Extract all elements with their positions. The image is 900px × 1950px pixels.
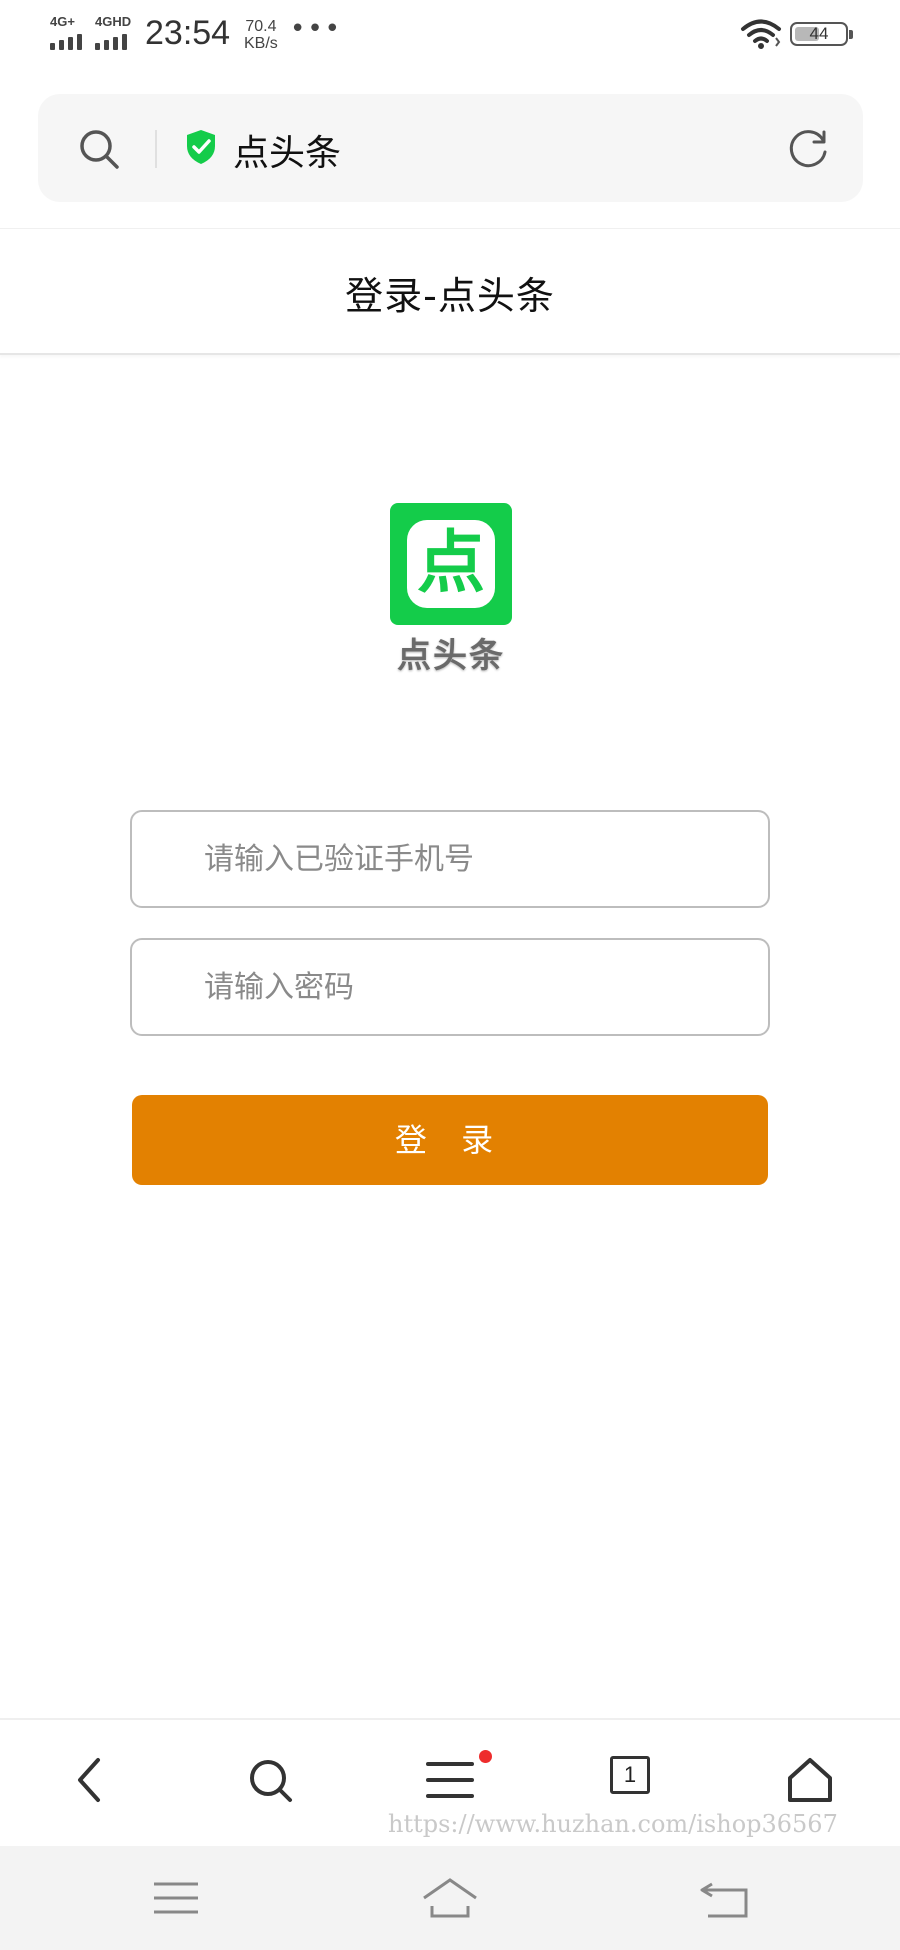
status-bar: 4G+ 4GHD 23:54 70.4 KB/s ••• 44 bbox=[0, 0, 900, 72]
watermark-url: https://www.huzhan.com/ishop36567 bbox=[388, 1810, 838, 1838]
address-bar[interactable]: 点头条 bbox=[38, 94, 863, 202]
password-input[interactable] bbox=[204, 940, 744, 1034]
network-type-1: 4G+ bbox=[50, 14, 75, 29]
login-button[interactable]: 登 录 bbox=[132, 1095, 768, 1185]
shield-check-icon bbox=[187, 130, 215, 164]
notification-dot bbox=[479, 1750, 492, 1763]
phone-field[interactable] bbox=[130, 810, 770, 908]
menu-icon[interactable] bbox=[148, 1876, 204, 1920]
phone-input[interactable] bbox=[204, 812, 744, 906]
app-logo: 点 bbox=[390, 503, 512, 625]
network-type-2: 4GHD bbox=[95, 14, 132, 29]
signal-bars-icon bbox=[95, 34, 127, 50]
refresh-icon[interactable] bbox=[786, 126, 830, 170]
address-divider bbox=[155, 130, 157, 168]
chevron-left-icon[interactable] bbox=[64, 1754, 116, 1806]
page-header: 登录-点头条 bbox=[0, 228, 900, 355]
password-field[interactable] bbox=[130, 938, 770, 1036]
back-icon[interactable] bbox=[698, 1876, 754, 1920]
more-notifications-icon: ••• bbox=[290, 14, 343, 44]
page-title: 登录-点头条 bbox=[345, 274, 555, 318]
wifi-icon bbox=[741, 19, 781, 49]
status-time: 23:54 bbox=[145, 14, 231, 52]
system-navigation bbox=[0, 1846, 900, 1950]
network-speed-unit: KB/s bbox=[244, 35, 278, 52]
logo-character: 点 bbox=[416, 524, 485, 603]
battery-icon: 44 bbox=[790, 22, 853, 46]
signal-bars-icon bbox=[50, 34, 82, 50]
home-icon[interactable] bbox=[422, 1876, 478, 1920]
menu-icon[interactable] bbox=[424, 1754, 476, 1806]
logo-name: 点头条 bbox=[397, 636, 505, 676]
battery-level: 44 bbox=[809, 24, 829, 43]
tabs-button[interactable]: 1 bbox=[610, 1756, 650, 1794]
network-speed-value: 70.4 bbox=[245, 18, 277, 35]
home-icon[interactable] bbox=[784, 1754, 836, 1806]
network-speed: 70.4 KB/s bbox=[244, 18, 278, 52]
site-name[interactable]: 点头条 bbox=[233, 124, 341, 176]
search-icon[interactable] bbox=[78, 128, 120, 170]
search-icon[interactable] bbox=[244, 1754, 296, 1806]
